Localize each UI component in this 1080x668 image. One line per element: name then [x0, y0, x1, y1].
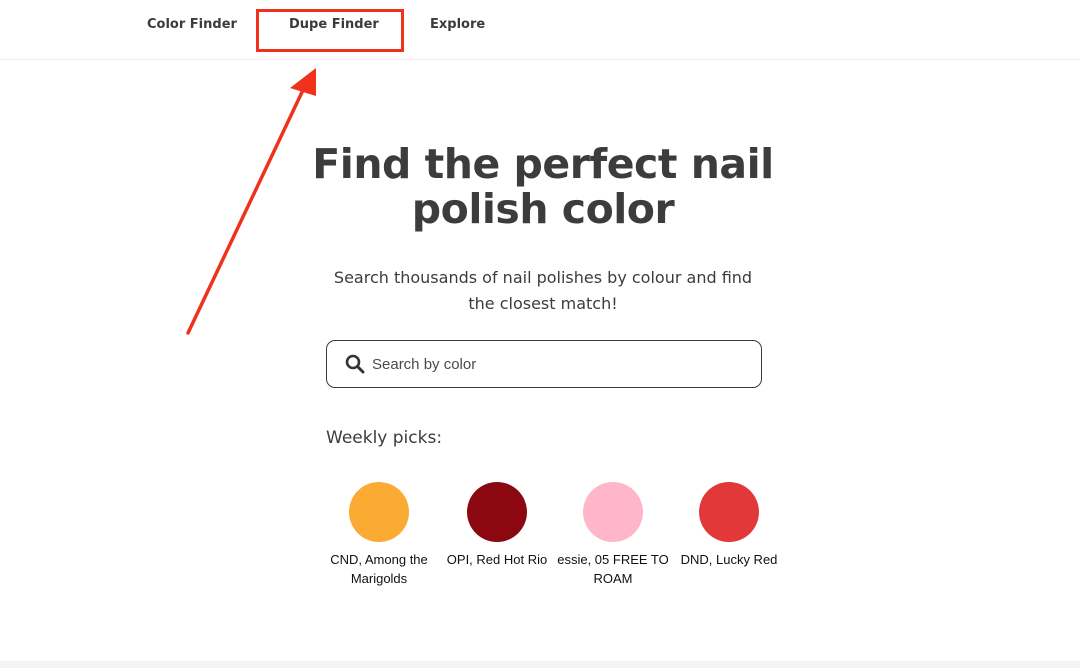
pick-label: essie, 05 FREE TO ROAM	[557, 552, 669, 586]
page-subtitle: Search thousands of nail polishes by col…	[333, 268, 753, 313]
weekly-pick[interactable]: essie, 05 FREE TO ROAM	[553, 482, 673, 588]
page: Color Finder Dupe Finder Explore Find th…	[0, 0, 1080, 668]
color-swatch[interactable]	[349, 482, 409, 542]
top-nav: Color Finder Dupe Finder Explore	[0, 0, 1080, 60]
color-swatch[interactable]	[583, 482, 643, 542]
weekly-pick[interactable]: CND, Among the Marigolds	[319, 482, 439, 588]
search-icon	[345, 354, 365, 374]
annotation-highlight-box	[256, 9, 404, 52]
nav-color-finder[interactable]: Color Finder	[147, 17, 237, 32]
weekly-pick[interactable]: OPI, Red Hot Rio	[437, 482, 557, 569]
weekly-picks-label: Weekly picks:	[326, 428, 443, 448]
pick-label: DND, Lucky Red	[680, 552, 778, 567]
weekly-pick[interactable]: DND, Lucky Red	[669, 482, 789, 569]
page-title: Find the perfect nail polish color	[312, 140, 774, 233]
pick-label: CND, Among the Marigolds	[330, 552, 428, 586]
pick-label: OPI, Red Hot Rio	[446, 552, 548, 567]
nav-explore[interactable]: Explore	[430, 17, 485, 32]
search-box[interactable]	[326, 340, 762, 388]
color-swatch[interactable]	[699, 482, 759, 542]
color-swatch[interactable]	[467, 482, 527, 542]
search-input[interactable]	[372, 353, 742, 375]
footer-divider	[0, 661, 1080, 668]
